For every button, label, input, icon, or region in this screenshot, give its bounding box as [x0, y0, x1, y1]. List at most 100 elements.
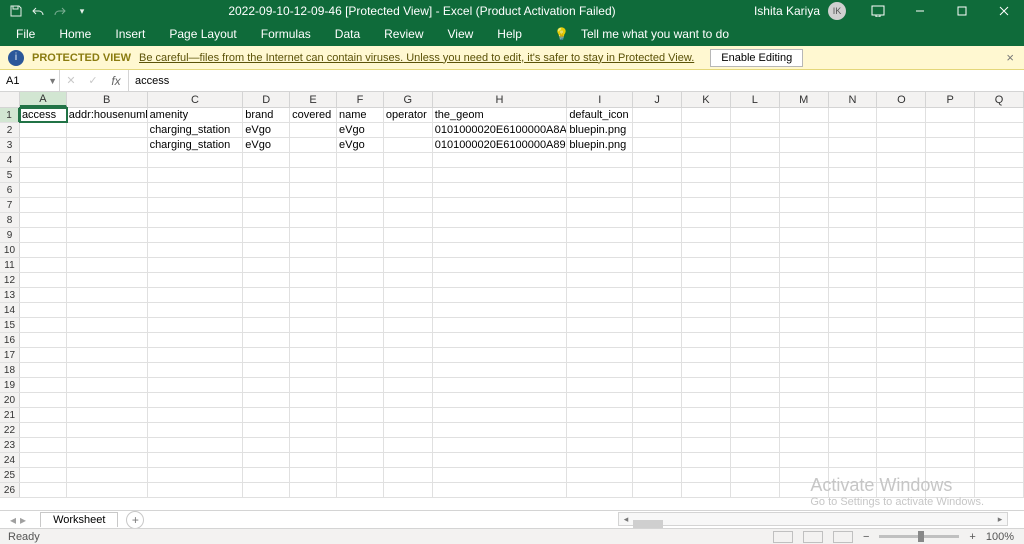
- cell-J8[interactable]: [633, 213, 682, 227]
- cell-F18[interactable]: [337, 363, 384, 377]
- cell-L10[interactable]: [731, 243, 780, 257]
- cell-G2[interactable]: [384, 123, 433, 137]
- cell-Q1[interactable]: [975, 108, 1024, 122]
- cell-B17[interactable]: [67, 348, 148, 362]
- row-header-5[interactable]: 5: [0, 168, 20, 182]
- user-avatar[interactable]: IK: [828, 2, 846, 20]
- cell-F3[interactable]: eVgo: [337, 138, 384, 152]
- tab-review[interactable]: Review: [372, 22, 435, 46]
- cell-F15[interactable]: [337, 318, 384, 332]
- cell-H20[interactable]: [433, 393, 568, 407]
- cell-L18[interactable]: [731, 363, 780, 377]
- row-header-19[interactable]: 19: [0, 378, 20, 392]
- cell-G12[interactable]: [384, 273, 433, 287]
- cell-K24[interactable]: [682, 453, 731, 467]
- cell-I2[interactable]: bluepin.png: [567, 123, 633, 137]
- cell-C22[interactable]: [148, 423, 244, 437]
- cell-G22[interactable]: [384, 423, 433, 437]
- cell-D16[interactable]: [243, 333, 290, 347]
- cell-I5[interactable]: [567, 168, 633, 182]
- cell-K1[interactable]: [682, 108, 731, 122]
- column-header-J[interactable]: J: [633, 92, 682, 107]
- cell-C24[interactable]: [148, 453, 244, 467]
- minimize-button[interactable]: [900, 0, 940, 22]
- cell-N25[interactable]: [829, 468, 878, 482]
- cell-N1[interactable]: [829, 108, 878, 122]
- cell-A21[interactable]: [20, 408, 67, 422]
- cell-E18[interactable]: [290, 363, 337, 377]
- cell-F19[interactable]: [337, 378, 384, 392]
- scroll-right-icon[interactable]: ▸: [993, 514, 1007, 525]
- cell-N21[interactable]: [829, 408, 878, 422]
- cell-C9[interactable]: [148, 228, 244, 242]
- cell-G14[interactable]: [384, 303, 433, 317]
- cell-P15[interactable]: [926, 318, 975, 332]
- cell-M22[interactable]: [780, 423, 829, 437]
- cell-M9[interactable]: [780, 228, 829, 242]
- cell-C14[interactable]: [148, 303, 244, 317]
- cell-I1[interactable]: default_icon: [567, 108, 633, 122]
- cell-K26[interactable]: [682, 483, 731, 497]
- cell-M25[interactable]: [780, 468, 829, 482]
- cell-A12[interactable]: [20, 273, 67, 287]
- cell-M14[interactable]: [780, 303, 829, 317]
- cell-Q19[interactable]: [975, 378, 1024, 392]
- cell-O16[interactable]: [877, 333, 926, 347]
- cell-B26[interactable]: [67, 483, 148, 497]
- cell-C11[interactable]: [148, 258, 244, 272]
- cell-N9[interactable]: [829, 228, 878, 242]
- cell-D22[interactable]: [243, 423, 290, 437]
- cell-N15[interactable]: [829, 318, 878, 332]
- cell-Q10[interactable]: [975, 243, 1024, 257]
- grid-rows[interactable]: 1accessaddr:housenumlamenitybrandcovered…: [0, 108, 1024, 498]
- cell-A9[interactable]: [20, 228, 67, 242]
- cell-D26[interactable]: [243, 483, 290, 497]
- sheet-nav-last-icon[interactable]: ▸: [20, 513, 26, 527]
- cell-G13[interactable]: [384, 288, 433, 302]
- cell-C23[interactable]: [148, 438, 244, 452]
- cell-K20[interactable]: [682, 393, 731, 407]
- sheet-nav-first-icon[interactable]: ◂: [10, 513, 16, 527]
- cell-D9[interactable]: [243, 228, 290, 242]
- user-name[interactable]: Ishita Kariya: [754, 4, 820, 18]
- cell-A17[interactable]: [20, 348, 67, 362]
- row-header-10[interactable]: 10: [0, 243, 20, 257]
- cell-N10[interactable]: [829, 243, 878, 257]
- cell-B23[interactable]: [67, 438, 148, 452]
- column-header-Q[interactable]: Q: [975, 92, 1024, 107]
- cell-H10[interactable]: [433, 243, 568, 257]
- cell-M12[interactable]: [780, 273, 829, 287]
- cell-A16[interactable]: [20, 333, 67, 347]
- cell-Q23[interactable]: [975, 438, 1024, 452]
- cell-O18[interactable]: [877, 363, 926, 377]
- cell-D4[interactable]: [243, 153, 290, 167]
- row-header-16[interactable]: 16: [0, 333, 20, 347]
- cell-D20[interactable]: [243, 393, 290, 407]
- cell-J22[interactable]: [633, 423, 682, 437]
- cell-F13[interactable]: [337, 288, 384, 302]
- cell-H12[interactable]: [433, 273, 568, 287]
- tab-formulas[interactable]: Formulas: [249, 22, 323, 46]
- cell-E13[interactable]: [290, 288, 337, 302]
- row-header-4[interactable]: 4: [0, 153, 20, 167]
- cell-E4[interactable]: [290, 153, 337, 167]
- cell-B13[interactable]: [67, 288, 148, 302]
- tab-data[interactable]: Data: [323, 22, 372, 46]
- cell-G20[interactable]: [384, 393, 433, 407]
- cell-B25[interactable]: [67, 468, 148, 482]
- cell-P22[interactable]: [926, 423, 975, 437]
- cell-D21[interactable]: [243, 408, 290, 422]
- cell-Q22[interactable]: [975, 423, 1024, 437]
- cell-E7[interactable]: [290, 198, 337, 212]
- cell-H24[interactable]: [433, 453, 568, 467]
- cell-M10[interactable]: [780, 243, 829, 257]
- cell-D11[interactable]: [243, 258, 290, 272]
- cell-A7[interactable]: [20, 198, 67, 212]
- column-header-H[interactable]: H: [433, 92, 568, 107]
- cell-O17[interactable]: [877, 348, 926, 362]
- cell-J19[interactable]: [633, 378, 682, 392]
- cell-Q8[interactable]: [975, 213, 1024, 227]
- protected-view-close-icon[interactable]: ×: [1006, 50, 1014, 65]
- column-header-K[interactable]: K: [682, 92, 731, 107]
- cell-N26[interactable]: [829, 483, 878, 497]
